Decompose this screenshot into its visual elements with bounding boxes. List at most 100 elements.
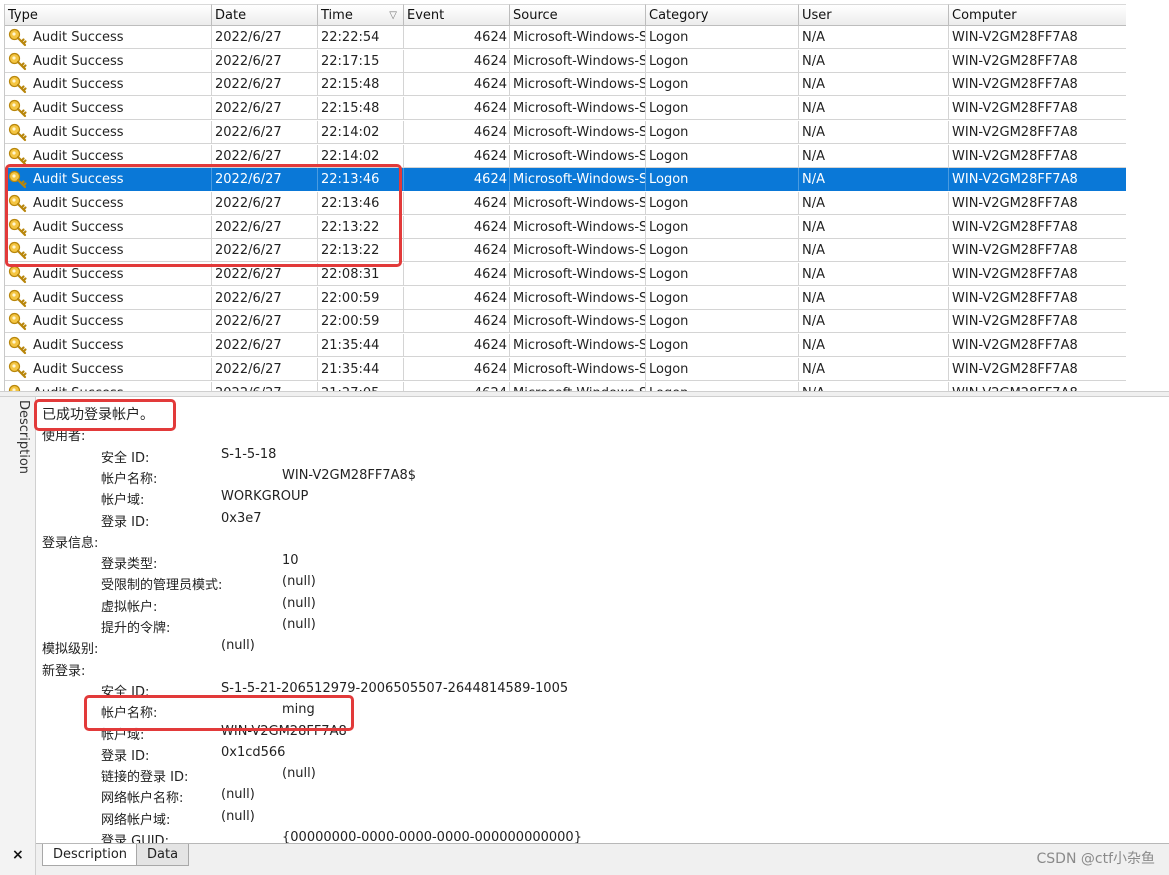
cell-time: 22:13:22 xyxy=(318,239,404,263)
cell-text: WIN-V2GM28FF7A8 xyxy=(952,77,1078,93)
cell-type: Audit Success xyxy=(5,49,212,73)
event-list[interactable]: Type Date Time ▽ Event Source Category Us… xyxy=(4,4,1127,391)
description-label: 登录 ID: xyxy=(101,514,150,530)
description-value: (null) xyxy=(221,787,255,803)
cell-text: Audit Success xyxy=(33,30,124,45)
key-icon xyxy=(8,218,27,236)
cell-text: Logon xyxy=(649,101,689,117)
cell-text: Audit Success xyxy=(33,101,124,117)
cell-text: Audit Success xyxy=(33,267,124,282)
cell-text: 4624 xyxy=(473,243,507,259)
column-header-date[interactable]: Date xyxy=(212,4,318,26)
key-icon xyxy=(8,99,27,118)
cell-source: Microsoft-Windows-Se xyxy=(510,215,646,239)
cell-text: 2022/6/27 xyxy=(215,101,282,117)
table-row[interactable]: Audit Success 2022/6/27 21:35:44 4624 Micros… xyxy=(5,357,1127,381)
table-row[interactable]: Audit Success 2022/6/27 21:35:44 4624 Micros… xyxy=(5,334,1127,358)
cell-user: N/A xyxy=(799,97,949,121)
cell-text: Microsoft-Windows-Se xyxy=(513,361,646,377)
description-value: (null) xyxy=(221,808,255,824)
table-row[interactable]: Audit Success 2022/6/27 22:15:48 4624 Micros… xyxy=(5,97,1127,121)
cell-category: Logon xyxy=(646,49,799,73)
column-header-time[interactable]: Time ▽ xyxy=(318,4,404,26)
description-value: (null) xyxy=(282,595,316,611)
description-label: 链接的登录 ID: xyxy=(101,770,189,786)
cell-text: 2022/6/27 xyxy=(215,243,282,259)
cell-text: 2022/6/27 xyxy=(215,148,282,164)
key-icon xyxy=(8,28,27,47)
description-label: 登录 GUID: xyxy=(101,834,169,843)
column-header-type[interactable]: Type xyxy=(5,4,212,26)
cell-text: 4624 xyxy=(473,290,507,306)
table-row[interactable]: Audit Success 2022/6/27 22:17:15 4624 Micros… xyxy=(5,49,1127,73)
cell-text: N/A xyxy=(802,101,825,117)
side-tab-label: Description xyxy=(16,400,31,475)
cell-source: Microsoft-Windows-Se xyxy=(510,168,646,192)
cell-text: Logon xyxy=(649,148,689,164)
panel-splitter[interactable] xyxy=(0,391,1169,397)
cell-text: N/A xyxy=(802,53,825,69)
cell-text: Logon xyxy=(649,53,689,69)
cell-category: Logon xyxy=(646,381,799,391)
cell-text: Audit Success xyxy=(33,290,124,306)
table-row[interactable]: Audit Success 2022/6/27 22:00:59 4624 Micros… xyxy=(5,310,1127,334)
cell-text: N/A xyxy=(802,314,825,330)
table-row[interactable]: Audit Success 2022/6/27 22:13:22 4624 Micros… xyxy=(5,239,1127,263)
table-row[interactable]: Audit Success 2022/6/27 22:00:59 4624 Micros… xyxy=(5,286,1127,310)
cell-text: N/A xyxy=(802,361,825,377)
sort-descending-icon: ▽ xyxy=(389,10,397,21)
cell-user: N/A xyxy=(799,381,949,391)
tab-description[interactable]: Description xyxy=(42,844,139,866)
cell-text: 2022/6/27 xyxy=(215,361,282,377)
cell-computer: WIN-V2GM28FF7A8 xyxy=(949,334,1127,358)
cell-text: 4624 xyxy=(473,338,507,354)
column-header-user[interactable]: User xyxy=(799,4,949,26)
description-value: WIN-V2GM28FF7A8$ xyxy=(282,467,416,483)
cell-text: 22:15:48 xyxy=(321,101,380,117)
description-label: 安全 ID: xyxy=(101,684,150,700)
side-tab-description[interactable]: Description xyxy=(9,397,31,507)
description-label: 已成功登录帐户。 xyxy=(42,407,154,423)
cell-source: Microsoft-Windows-Se xyxy=(510,357,646,381)
cell-category: Logon xyxy=(646,357,799,381)
key-icon xyxy=(8,242,27,260)
table-row[interactable]: Audit Success 2022/6/27 22:15:48 4624 Micros… xyxy=(5,73,1127,97)
table-row[interactable]: Audit Success 2022/6/27 22:22:54 4624 Micros… xyxy=(5,26,1127,49)
cell-source: Microsoft-Windows-Se xyxy=(510,49,646,73)
cell-computer: WIN-V2GM28FF7A8 xyxy=(949,97,1127,121)
cell-source: Microsoft-Windows-Se xyxy=(510,263,646,286)
table-row[interactable]: Audit Success 2022/6/27 22:08:31 4624 Micros… xyxy=(5,263,1127,286)
cell-computer: WIN-V2GM28FF7A8 xyxy=(949,191,1127,215)
cell-text: 22:00:59 xyxy=(321,314,380,330)
cell-text: 4624 xyxy=(473,124,507,140)
cell-source: Microsoft-Windows-Se xyxy=(510,73,646,97)
cell-time: 22:15:48 xyxy=(318,73,404,97)
cell-text: WIN-V2GM28FF7A8 xyxy=(952,53,1078,69)
column-header-computer[interactable]: Computer xyxy=(949,4,1127,26)
table-row[interactable]: Audit Success 2022/6/27 22:13:46 4624 Micros… xyxy=(5,191,1127,215)
cell-text: N/A xyxy=(802,195,825,211)
cell-text: Logon xyxy=(649,361,689,377)
cell-text: N/A xyxy=(802,172,825,188)
cell-text: 22:14:02 xyxy=(321,124,380,140)
column-header-category[interactable]: Category xyxy=(646,4,799,26)
column-header-label: Event xyxy=(407,8,445,23)
column-header-source[interactable]: Source xyxy=(510,4,646,26)
cell-event: 4624 xyxy=(404,73,510,97)
table-row[interactable]: Audit Success 2022/6/27 22:14:02 4624 Micros… xyxy=(5,120,1127,144)
description-value: {00000000-0000-0000-0000-000000000000} xyxy=(282,830,582,843)
table-row[interactable]: Audit Success2022/6/2721:27:054624Micros… xyxy=(5,381,1127,391)
cell-type: Audit Success xyxy=(5,310,212,334)
close-icon[interactable]: × xyxy=(12,847,24,863)
tab-data[interactable]: Data xyxy=(136,844,190,866)
cell-text: Microsoft-Windows-Se xyxy=(513,53,646,69)
table-row[interactable]: Audit Success 2022/6/27 22:13:46 4624 Micros… xyxy=(5,168,1127,192)
table-row[interactable]: Audit Success 2022/6/27 22:13:22 4624 Micros… xyxy=(5,215,1127,239)
cell-text: 22:08:31 xyxy=(321,267,380,282)
column-header-event[interactable]: Event xyxy=(404,4,510,26)
cell-text: 2022/6/27 xyxy=(215,124,282,140)
description-label: 登录信息: xyxy=(42,535,99,551)
cell-text: Logon xyxy=(649,172,689,188)
description-label: 模拟级别: xyxy=(42,642,99,658)
table-row[interactable]: Audit Success 2022/6/27 22:14:02 4624 Micros… xyxy=(5,144,1127,168)
